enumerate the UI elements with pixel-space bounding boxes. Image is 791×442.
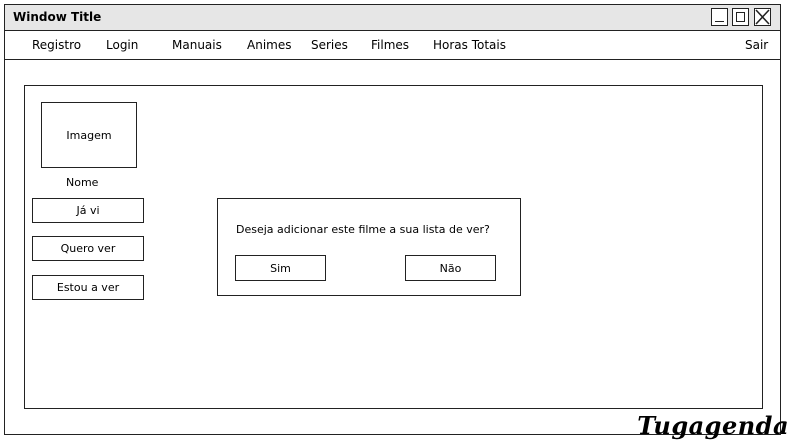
item-image-placeholder: Imagem	[41, 102, 137, 168]
app-window: Window Title Registro Login Manuais Anim…	[4, 4, 781, 435]
minimize-button[interactable]	[711, 8, 728, 26]
watching-button-label: Estou a ver	[56, 281, 120, 294]
want-to-watch-button[interactable]: Quero ver	[32, 236, 144, 261]
maximize-icon	[736, 12, 745, 22]
maximize-button[interactable]	[732, 8, 749, 26]
menu-item-login[interactable]: Login	[106, 38, 138, 52]
brand-logo-text: Tugagenda	[637, 411, 789, 440]
menu-item-animes[interactable]: Animes	[247, 38, 291, 52]
watching-button[interactable]: Estou a ver	[32, 275, 144, 300]
close-button[interactable]	[754, 8, 771, 26]
menu-bar: Registro Login Manuais Animes Series Fil…	[5, 31, 780, 60]
close-icon	[755, 9, 770, 25]
logout-link[interactable]: Sair	[745, 38, 768, 52]
seen-button-label: Já vi	[76, 204, 100, 217]
menu-item-registro[interactable]: Registro	[32, 38, 81, 52]
item-name: Nome	[66, 176, 99, 189]
image-placeholder-label: Imagem	[66, 128, 112, 142]
seen-button[interactable]: Já vi	[32, 198, 144, 223]
yes-button-label: Sim	[270, 261, 291, 275]
dialog-message: Deseja adicionar este filme a sua lista …	[236, 223, 490, 236]
minimize-icon	[715, 20, 724, 22]
confirm-dialog: Deseja adicionar este filme a sua lista …	[217, 198, 521, 296]
menu-item-manuais[interactable]: Manuais	[172, 38, 222, 52]
no-button-label: Não	[439, 261, 462, 275]
menu-item-horas-totais[interactable]: Horas Totais	[433, 38, 506, 52]
want-to-watch-button-label: Quero ver	[60, 242, 116, 255]
window-title: Window Title	[13, 10, 102, 24]
menu-item-series[interactable]: Series	[311, 38, 348, 52]
title-bar: Window Title	[5, 5, 780, 31]
no-button[interactable]: Não	[405, 255, 496, 281]
menu-item-filmes[interactable]: Filmes	[371, 38, 409, 52]
yes-button[interactable]: Sim	[235, 255, 326, 281]
